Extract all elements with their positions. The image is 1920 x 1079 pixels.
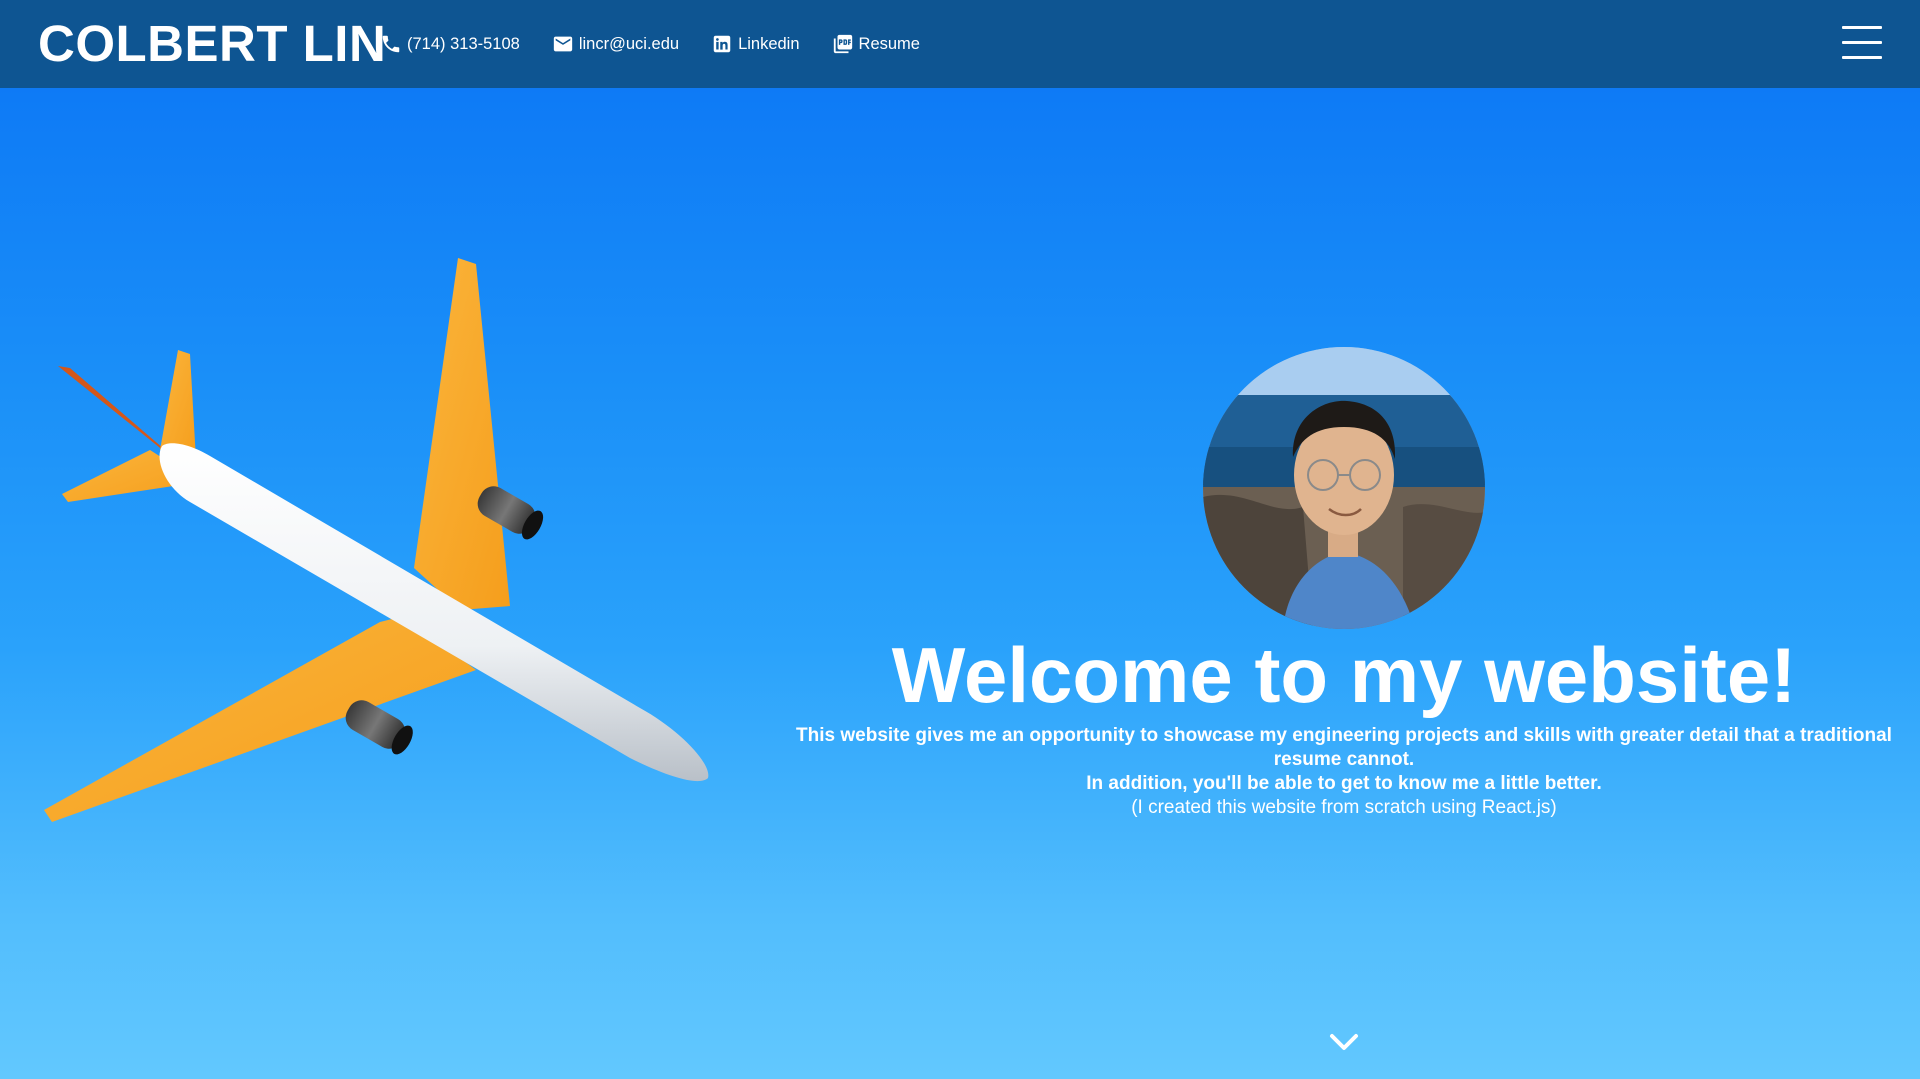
phone-label: (714) 313-5108 bbox=[407, 34, 520, 53]
hero-headline: Welcome to my website! bbox=[891, 631, 1797, 719]
hero-section: Welcome to my website! This website give… bbox=[790, 630, 1898, 820]
phone-link[interactable]: (714) 313-5108 bbox=[380, 33, 520, 55]
airplane-svg bbox=[44, 258, 709, 822]
resume-label: Resume bbox=[858, 34, 920, 53]
hero-tagline: This website gives me an opportunity to … bbox=[796, 725, 1892, 770]
resume-link[interactable]: Resume bbox=[832, 33, 920, 55]
phone-icon bbox=[380, 33, 402, 55]
contact-links: (714) 313-5108 lincr@uci.edu Linkedin Re… bbox=[380, 29, 952, 59]
navbar: COLBERT LIN (714) 313-5108 lincr@uci.edu… bbox=[0, 0, 1920, 88]
site-brand[interactable]: COLBERT LIN bbox=[38, 16, 386, 72]
hamburger-line bbox=[1842, 41, 1882, 44]
chevron-down-svg bbox=[1330, 1034, 1358, 1050]
hamburger-line bbox=[1842, 26, 1882, 29]
airplane-illustration bbox=[40, 250, 720, 830]
chevron-down-icon[interactable] bbox=[1328, 1030, 1360, 1054]
mail-icon bbox=[552, 33, 574, 55]
linkedin-label: Linkedin bbox=[738, 34, 800, 53]
email-link[interactable]: lincr@uci.edu bbox=[552, 33, 679, 55]
hamburger-line bbox=[1842, 56, 1882, 59]
linkedin-link[interactable]: Linkedin bbox=[711, 33, 800, 55]
profile-photo-svg bbox=[1203, 347, 1485, 629]
email-label: lincr@uci.edu bbox=[578, 34, 680, 53]
hero-note: (I created this website from scratch usi… bbox=[1131, 797, 1557, 818]
hamburger-menu-icon[interactable] bbox=[1842, 26, 1882, 60]
hero-tagline-secondary: In addition, you'll be able to get to kn… bbox=[1086, 773, 1602, 794]
pdf-icon bbox=[832, 33, 854, 55]
profile-photo bbox=[1203, 347, 1485, 629]
linkedin-icon bbox=[711, 33, 733, 55]
